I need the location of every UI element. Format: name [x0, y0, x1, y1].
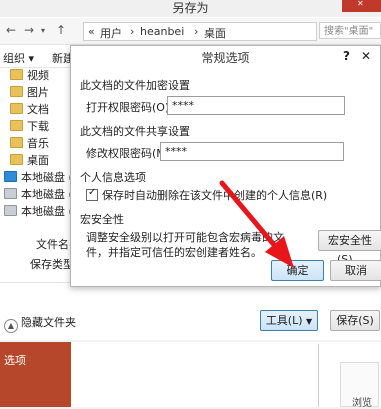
backstage-item-options[interactable]: 选项 — [4, 352, 26, 368]
back-icon[interactable]: ← — [6, 23, 16, 37]
checkbox-checked-icon[interactable] — [86, 187, 98, 201]
breadcrumb-overflow[interactable]: « — [88, 25, 95, 38]
sidebar-item-downloads[interactable]: 下载 — [10, 119, 49, 135]
remove-personal-info-label: 保存时自动删除在该文件中创建的个人信息(R) — [102, 189, 328, 202]
folder-icon — [10, 120, 23, 131]
sidebar-item-label: 下载 — [27, 120, 49, 133]
help-icon[interactable]: ? — [343, 49, 350, 63]
close-icon[interactable]: ✕ — [361, 49, 371, 63]
dialog-title: 常规选项 — [201, 51, 250, 65]
sidebar-item-label: 本地磁盘 ( — [21, 188, 73, 201]
sidebar-item-label: 视频 — [27, 69, 49, 82]
breadcrumb-sep: › — [130, 25, 135, 38]
sidebar-item-label: 文档 — [27, 103, 49, 116]
sharing-section-title: 此文档的文件共享设置 — [80, 125, 190, 138]
hide-folders-label: 隐藏文件夹 — [21, 316, 76, 329]
sidebar-item-label: 本地磁盘 ( — [21, 171, 73, 184]
address-bar: ← → ▾ ↑ « 用户 › heanbei › 桌面 搜索"桌面" — [0, 18, 381, 45]
breadcrumb-sep: › — [194, 25, 199, 38]
backstage-content — [71, 342, 381, 407]
save-as-titlebar: 另存为 — [0, 0, 381, 17]
open-password-label: 打开权限密码(O): — [86, 101, 173, 114]
breadcrumb-heanbei[interactable]: heanbei — [140, 25, 184, 38]
folder-icon — [10, 86, 23, 97]
save-as-title: 另存为 — [172, 1, 209, 15]
forward-icon[interactable]: → — [24, 23, 34, 37]
sidebar-item-drive-c[interactable]: 本地磁盘 ( — [4, 170, 73, 186]
organize-menu[interactable]: 组织 ▾ — [3, 50, 34, 66]
macro-description: 调整安全级别以打开可能包含宏病毒的文件，并指定可信任的宏创建者姓名。 — [86, 231, 284, 259]
sidebar-item-label: 本地磁盘 ( — [21, 205, 73, 218]
windows-drive-icon — [4, 171, 17, 182]
sidebar-item-label: 音乐 — [27, 137, 49, 150]
sidebar-item-desktop[interactable]: 桌面 — [10, 153, 49, 169]
folder-icon — [10, 137, 23, 148]
general-options-dialog: 常规选项 ? ✕ 此文档的文件加密设置 打开权限密码(O): **** 此文档的… — [70, 45, 381, 287]
sidebar-item-videos[interactable]: 视频 — [10, 68, 49, 84]
open-password-input[interactable]: **** — [167, 96, 345, 115]
sidebar-item-label: 图片 — [27, 86, 49, 99]
folder-icon — [10, 103, 23, 114]
navigation-pane: 视频 图片 文档 下载 音乐 桌面 本地磁盘 ( 本地磁盘 ( 本地磁盘 ( — [0, 68, 73, 220]
drive-icon — [4, 205, 17, 216]
ok-button[interactable]: 确定 — [271, 260, 324, 281]
sidebar-item-music[interactable]: 音乐 — [10, 136, 49, 152]
tools-button-label: 工具(L) — [265, 314, 303, 327]
breadcrumb[interactable]: « 用户 › heanbei › 桌面 — [83, 22, 317, 41]
tools-button[interactable]: 工具(L) ▼ — [260, 310, 318, 331]
macro-security-button[interactable]: 宏安全性(S)... — [318, 230, 381, 266]
chevron-up-icon: ▲ — [4, 319, 18, 333]
remove-personal-info-checkbox[interactable]: 保存时自动删除在该文件中创建的个人信息(R) — [86, 187, 327, 203]
sidebar-item-documents[interactable]: 文档 — [10, 102, 49, 118]
sidebar-item-label: 桌面 — [27, 154, 49, 167]
hide-folders-toggle[interactable]: ▲ 隐藏文件夹 — [4, 316, 76, 333]
chevron-down-icon[interactable]: ▾ — [41, 26, 45, 35]
breadcrumb-users[interactable]: 用户 — [100, 25, 122, 41]
macro-section-title: 宏安全性 — [80, 213, 124, 226]
sidebar-item-drive-e[interactable]: 本地磁盘 ( — [4, 204, 73, 220]
close-icon[interactable] — [342, 0, 381, 12]
search-input[interactable]: 搜索"桌面" — [319, 22, 381, 39]
sidebar-item-drive-d[interactable]: 本地磁盘 ( — [4, 187, 73, 203]
up-icon[interactable]: ↑ — [56, 23, 66, 37]
chevron-down-icon: ▼ — [306, 317, 313, 326]
modify-password-input[interactable]: **** — [160, 142, 344, 161]
cancel-button[interactable]: 取消 — [330, 260, 381, 281]
folder-icon — [10, 154, 23, 165]
drive-icon — [4, 188, 17, 199]
sidebar-item-pictures[interactable]: 图片 — [10, 85, 49, 101]
save-button[interactable]: 保存(S) — [330, 310, 380, 331]
folder-icon — [10, 69, 23, 80]
privacy-section-title: 个人信息选项 — [80, 171, 146, 184]
dialog-titlebar: 常规选项 ? ✕ — [71, 46, 380, 66]
divider — [318, 344, 319, 407]
encryption-section-title: 此文档的文件加密设置 — [80, 79, 190, 92]
breadcrumb-desktop[interactable]: 桌面 — [204, 25, 226, 41]
